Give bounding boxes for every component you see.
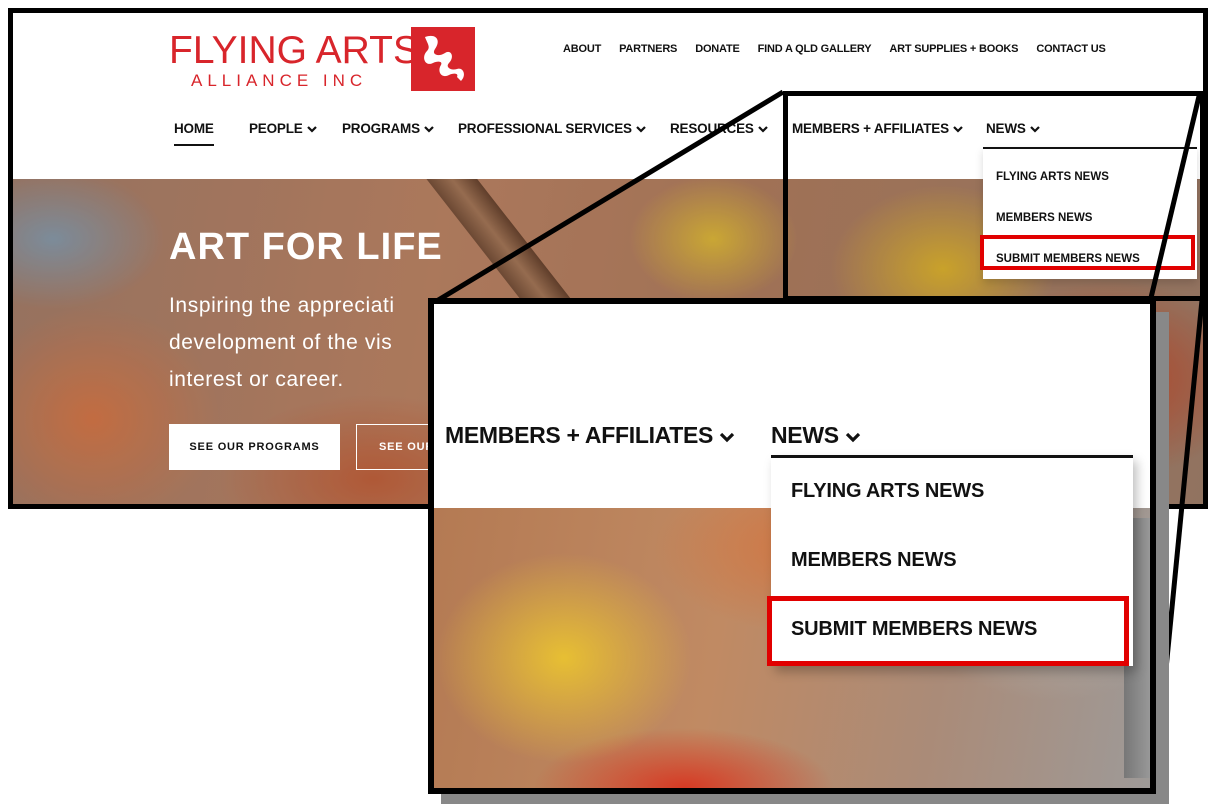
nav-item-programs[interactable]: PROGRAMS — [342, 121, 434, 136]
stylized-figure-icon — [411, 27, 475, 91]
nav-item-resources[interactable]: RESOURCES — [670, 121, 768, 136]
top-link-donate[interactable]: DONATE — [695, 43, 740, 55]
chevron-down-icon — [306, 121, 317, 136]
nav-item-professional-services[interactable]: PROFESSIONAL SERVICES — [458, 121, 646, 136]
zoom-source-rect — [783, 91, 1203, 301]
zoom-highlight-box — [767, 596, 1129, 666]
zoom-nav-label-members-affiliates: MEMBERS + AFFILIATES — [445, 422, 714, 448]
nav-label-people: PEOPLE — [249, 121, 303, 136]
chevron-down-icon — [845, 422, 861, 448]
top-link-art-supplies[interactable]: ART SUPPLIES + BOOKS — [889, 43, 1018, 55]
nav-label-professional-services: PROFESSIONAL SERVICES — [458, 121, 632, 136]
zoom-panel: MEMBERS + AFFILIATES NEWS FLYING ARTS NE… — [428, 298, 1156, 794]
zoom-dropdown-item-flying-arts-news[interactable]: FLYING ARTS NEWS — [791, 480, 984, 503]
nav-item-people[interactable]: PEOPLE — [249, 121, 317, 136]
chevron-down-icon — [719, 422, 735, 448]
logo-title: FLYING ARTS — [169, 29, 419, 72]
logo-subtitle: ALLIANCE INC — [191, 71, 368, 90]
nav-label-resources: RESOURCES — [670, 121, 754, 136]
hero-title: ART FOR LIFE — [169, 226, 443, 268]
chevron-down-icon — [757, 121, 768, 136]
zoom-nav-label-news: NEWS — [771, 422, 839, 448]
nav-item-home[interactable]: HOME — [174, 121, 214, 146]
nav-label-home: HOME — [174, 121, 214, 136]
top-link-about[interactable]: ABOUT — [563, 43, 601, 55]
top-link-find-gallery[interactable]: FIND A QLD GALLERY — [758, 43, 872, 55]
top-link-contact[interactable]: CONTACT US — [1036, 43, 1105, 55]
utility-nav: ABOUT PARTNERS DONATE FIND A QLD GALLERY… — [563, 43, 1106, 55]
see-our-programs-button[interactable]: SEE OUR PROGRAMS — [169, 424, 340, 470]
zoom-dropdown-item-members-news[interactable]: MEMBERS NEWS — [791, 549, 957, 572]
site-logo[interactable]: FLYING ARTS ALLIANCE INC — [169, 27, 489, 97]
zoom-nav-item-members-affiliates[interactable]: MEMBERS + AFFILIATES — [445, 422, 735, 449]
chevron-down-icon — [636, 121, 646, 136]
top-link-partners[interactable]: PARTNERS — [619, 43, 677, 55]
nav-label-programs: PROGRAMS — [342, 121, 420, 136]
chevron-down-icon — [424, 121, 434, 136]
zoom-nav-item-news[interactable]: NEWS — [771, 422, 861, 449]
